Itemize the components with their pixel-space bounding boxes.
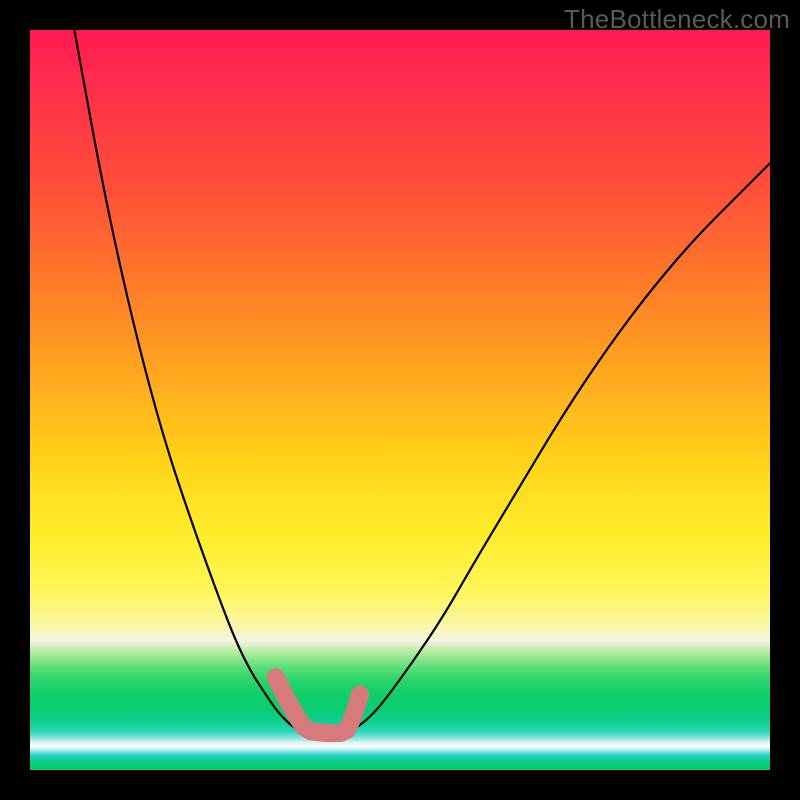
curve-left	[74, 30, 311, 734]
plot-area	[30, 30, 770, 770]
curves-layer	[30, 30, 770, 770]
optimal-region-marker	[276, 678, 360, 734]
chart-frame: TheBottleneck.com	[0, 0, 800, 800]
watermark-text: TheBottleneck.com	[564, 4, 790, 35]
curve-right	[341, 163, 770, 734]
